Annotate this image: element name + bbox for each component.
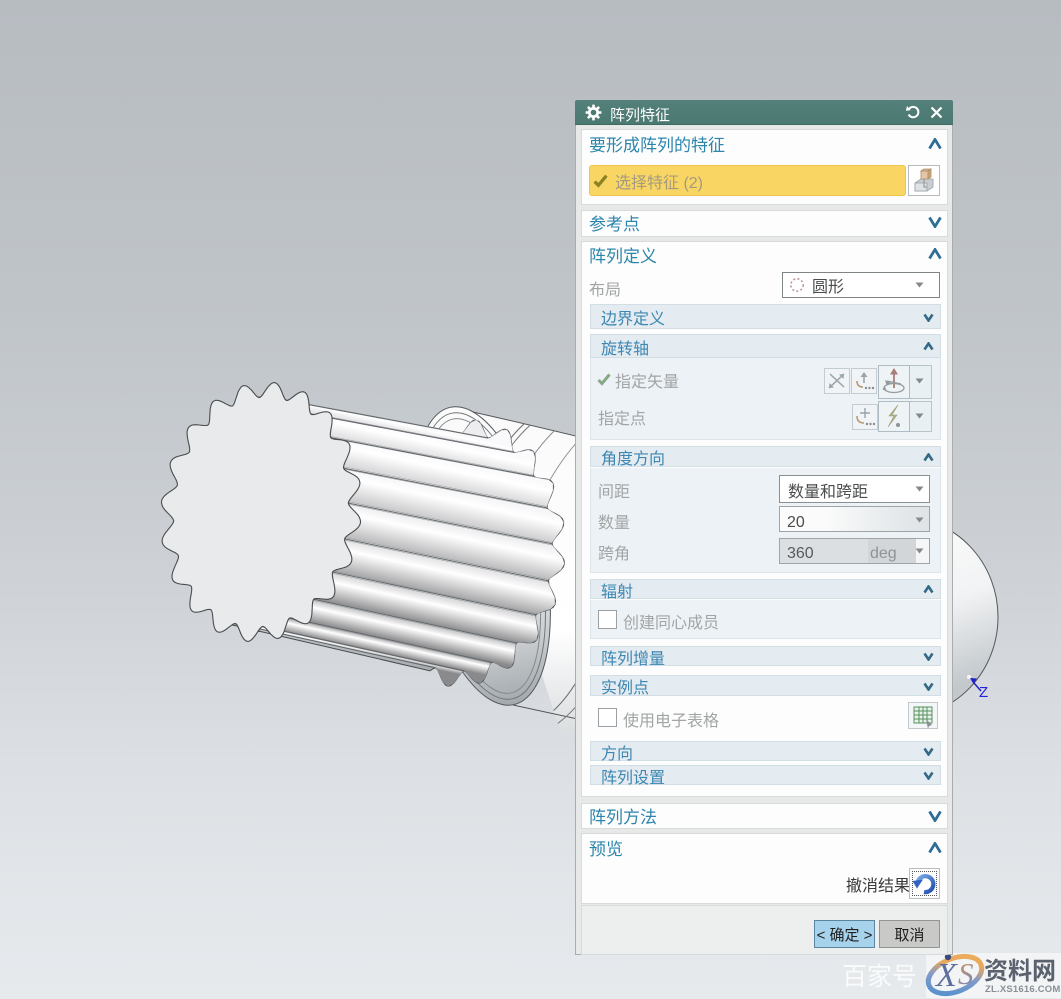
svg-text:S: S — [958, 956, 974, 991]
svg-text:资料网: 资料网 — [984, 951, 1056, 986]
svg-text:X: X — [934, 957, 958, 994]
svg-text:Z: Z — [979, 684, 988, 701]
svg-text:ZL.XS1616.COM: ZL.XS1616.COM — [985, 984, 1060, 995]
